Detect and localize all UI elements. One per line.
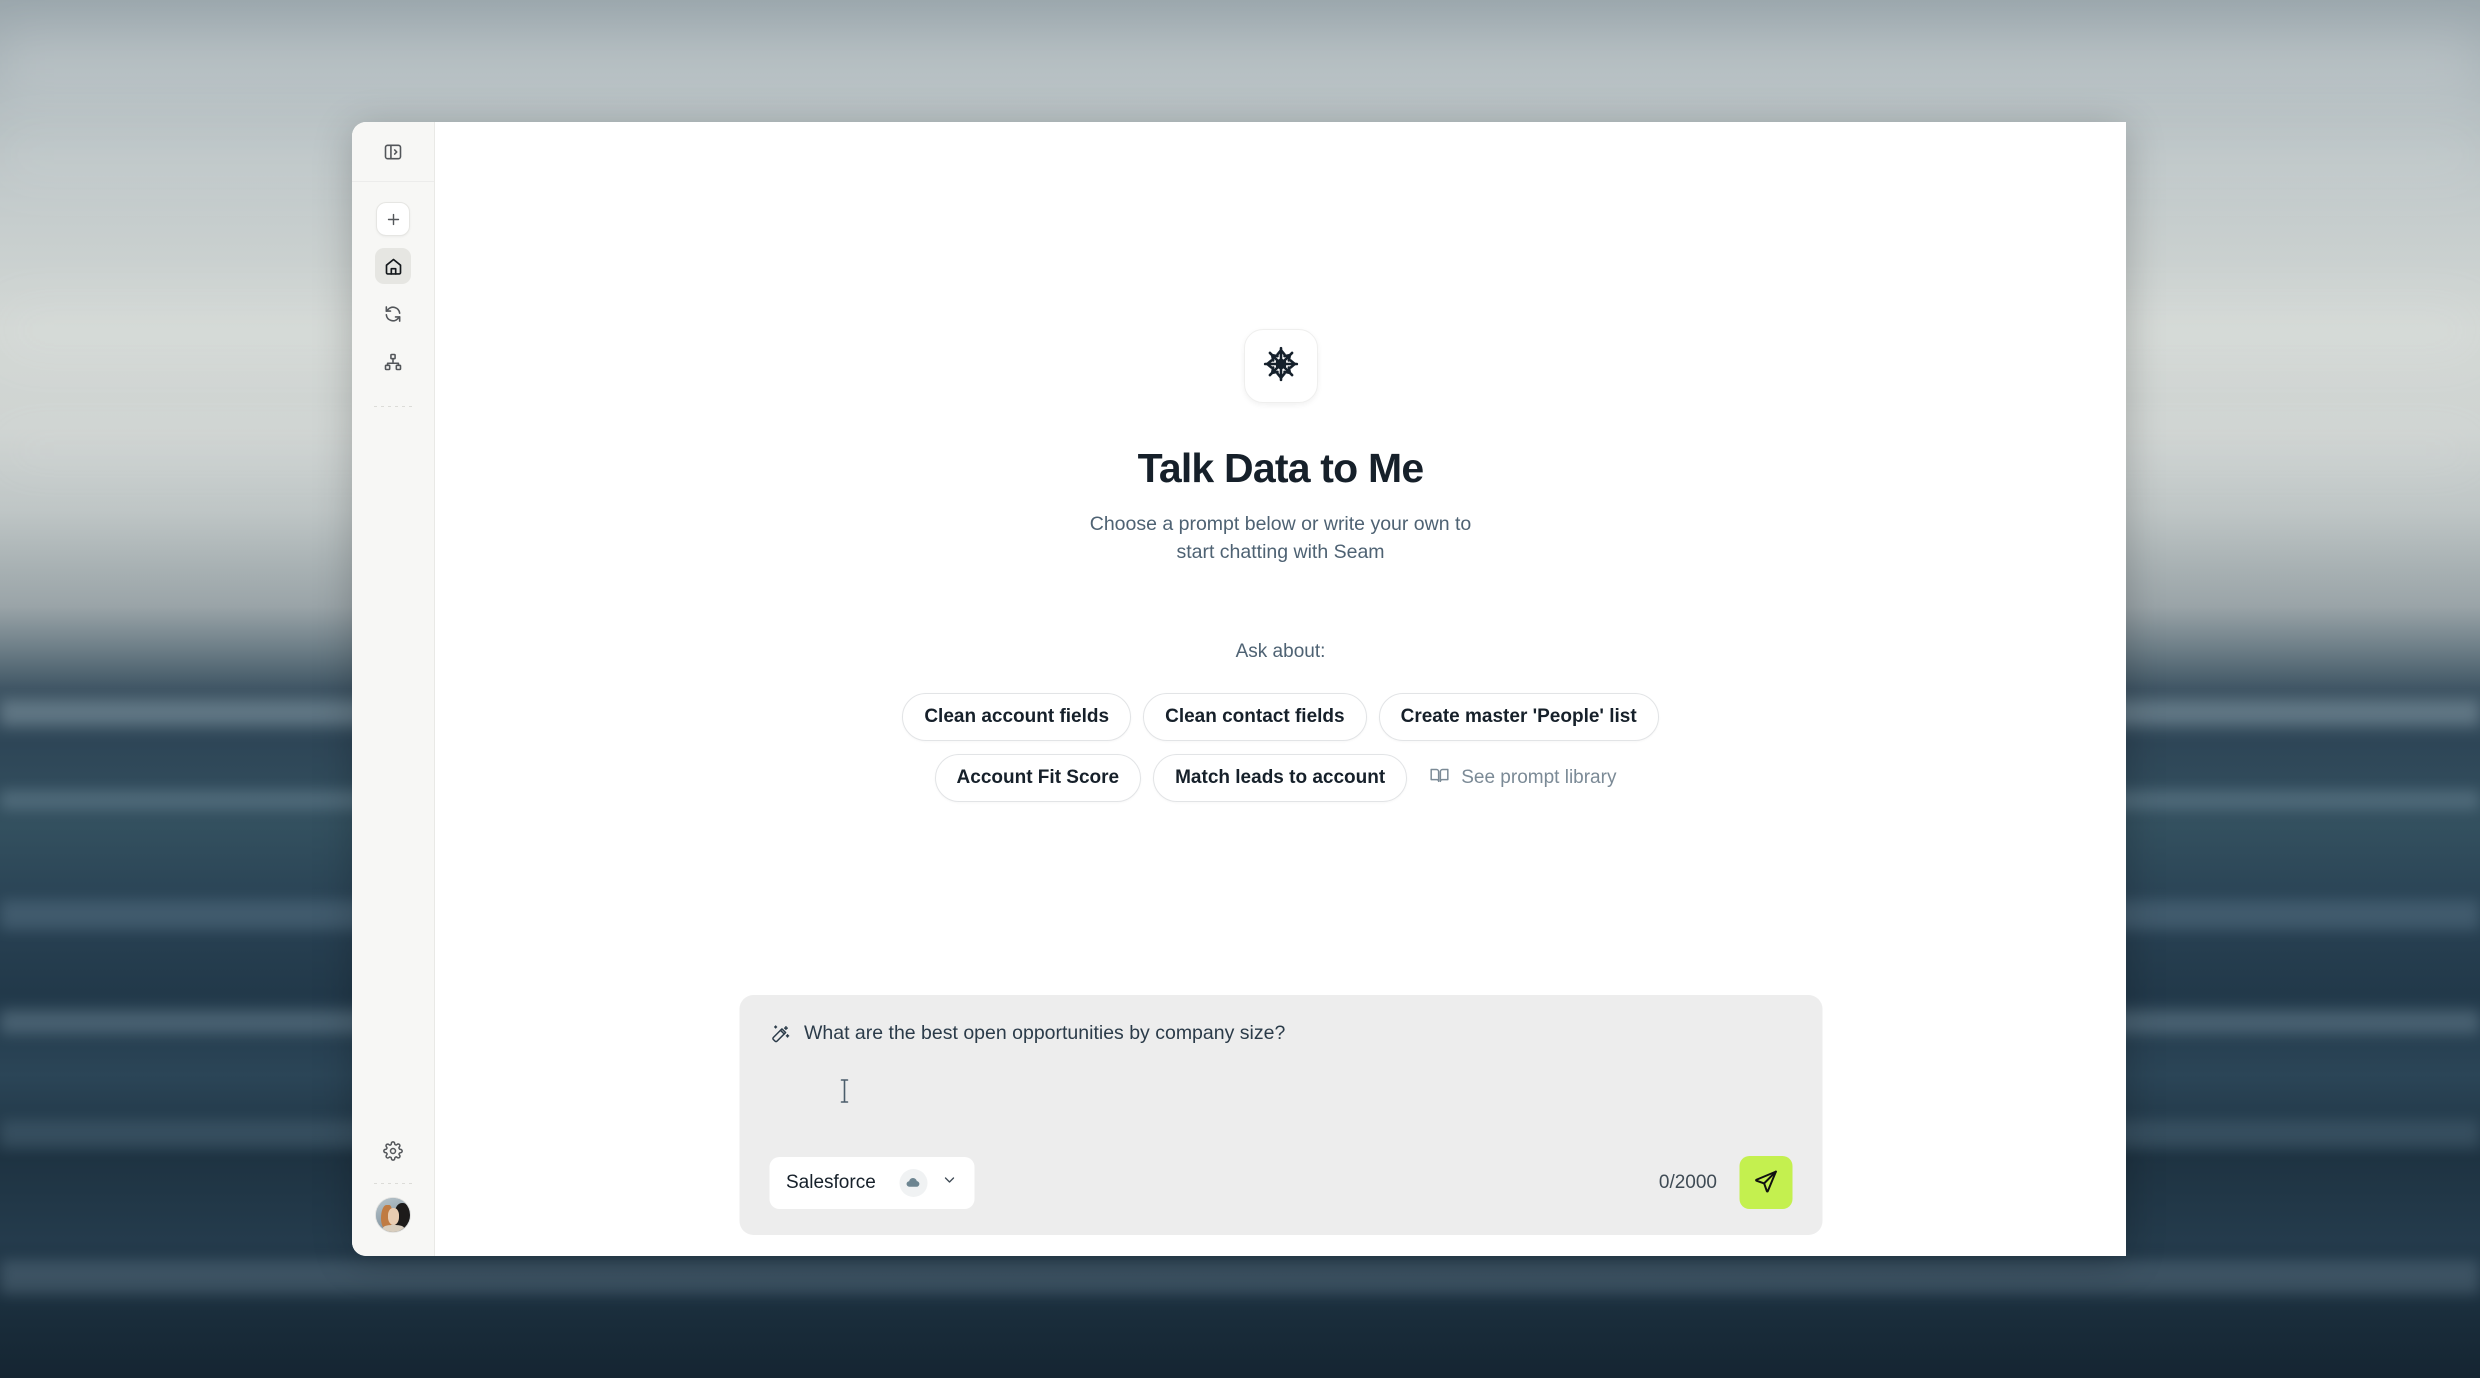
send-button[interactable] [1739, 1156, 1792, 1209]
data-source-label: Salesforce [786, 1171, 876, 1193]
prompt-chip-match-leads-to-account[interactable]: Match leads to account [1153, 754, 1408, 803]
subtitle-line-1: Choose a prompt below or write your own … [1089, 513, 1472, 535]
character-counter: 0/2000 [1658, 1171, 1717, 1193]
prompt-chip-account-fit-score[interactable]: Account Fit Score [934, 754, 1142, 803]
subtitle-line-2: start chatting with Seam [1176, 541, 1385, 564]
sidebar-header [352, 122, 434, 182]
sidebar [352, 122, 435, 1256]
sidebar-nav [374, 202, 412, 421]
ask-about-label: Ask about: [1235, 640, 1326, 662]
sidebar-item-new[interactable] [376, 202, 410, 236]
sidebar-footer [374, 1133, 412, 1256]
book-open-icon [1429, 765, 1450, 792]
prompt-chip-clean-account-fields[interactable]: Clean account fields [902, 692, 1132, 741]
data-source-select[interactable]: Salesforce [769, 1156, 974, 1209]
see-prompt-library-label: See prompt library [1461, 767, 1617, 789]
prompt-chip-row-2: Account Fit Score Match leads to account… [934, 753, 1627, 804]
prompt-chip-clean-contact-fields[interactable]: Clean contact fields [1143, 692, 1367, 741]
message-composer[interactable]: What are the best open opportunities by … [739, 995, 1822, 1235]
text-cursor [837, 1078, 851, 1104]
page-title: Talk Data to Me [1137, 445, 1425, 491]
sidebar-item-sitemap[interactable] [375, 344, 411, 380]
hero-section: Talk Data to Me Choose a prompt below or… [435, 329, 2126, 804]
snowflake-starburst-icon [1261, 344, 1301, 389]
panel-expand-icon[interactable] [375, 134, 411, 170]
composer-actions: 0/2000 [1659, 1156, 1792, 1209]
composer-input-area[interactable]: What are the best open opportunities by … [769, 1022, 1792, 1050]
composer-toolbar: Salesforce 0/2000 [769, 1156, 1792, 1235]
cloud-icon [899, 1168, 927, 1197]
prompt-chip-group: Clean account fields Clean contact field… [902, 692, 1659, 804]
magic-wand-icon [769, 1024, 790, 1050]
sidebar-footer-divider [374, 1183, 412, 1184]
gear-icon[interactable] [375, 1133, 411, 1169]
page-subtitle: Choose a prompt below or write your own … [1090, 510, 1472, 567]
main-content: Talk Data to Me Choose a prompt below or… [435, 122, 2126, 1256]
sidebar-item-home[interactable] [375, 248, 411, 284]
avatar[interactable] [376, 1198, 410, 1232]
composer-placeholder: What are the best open opportunities by … [804, 1022, 1286, 1044]
app-window: Talk Data to Me Choose a prompt below or… [352, 122, 2126, 1256]
send-paper-plane-icon [1753, 1169, 1778, 1197]
prompt-chip-create-master-people-list[interactable]: Create master 'People' list [1378, 692, 1659, 741]
sidebar-divider [374, 406, 412, 407]
chevron-down-icon [941, 1172, 957, 1193]
sidebar-item-sync[interactable] [375, 296, 411, 332]
prompt-chip-row-1: Clean account fields Clean contact field… [902, 692, 1659, 741]
app-logo [1243, 329, 1318, 403]
see-prompt-library-link[interactable]: See prompt library [1419, 753, 1626, 804]
